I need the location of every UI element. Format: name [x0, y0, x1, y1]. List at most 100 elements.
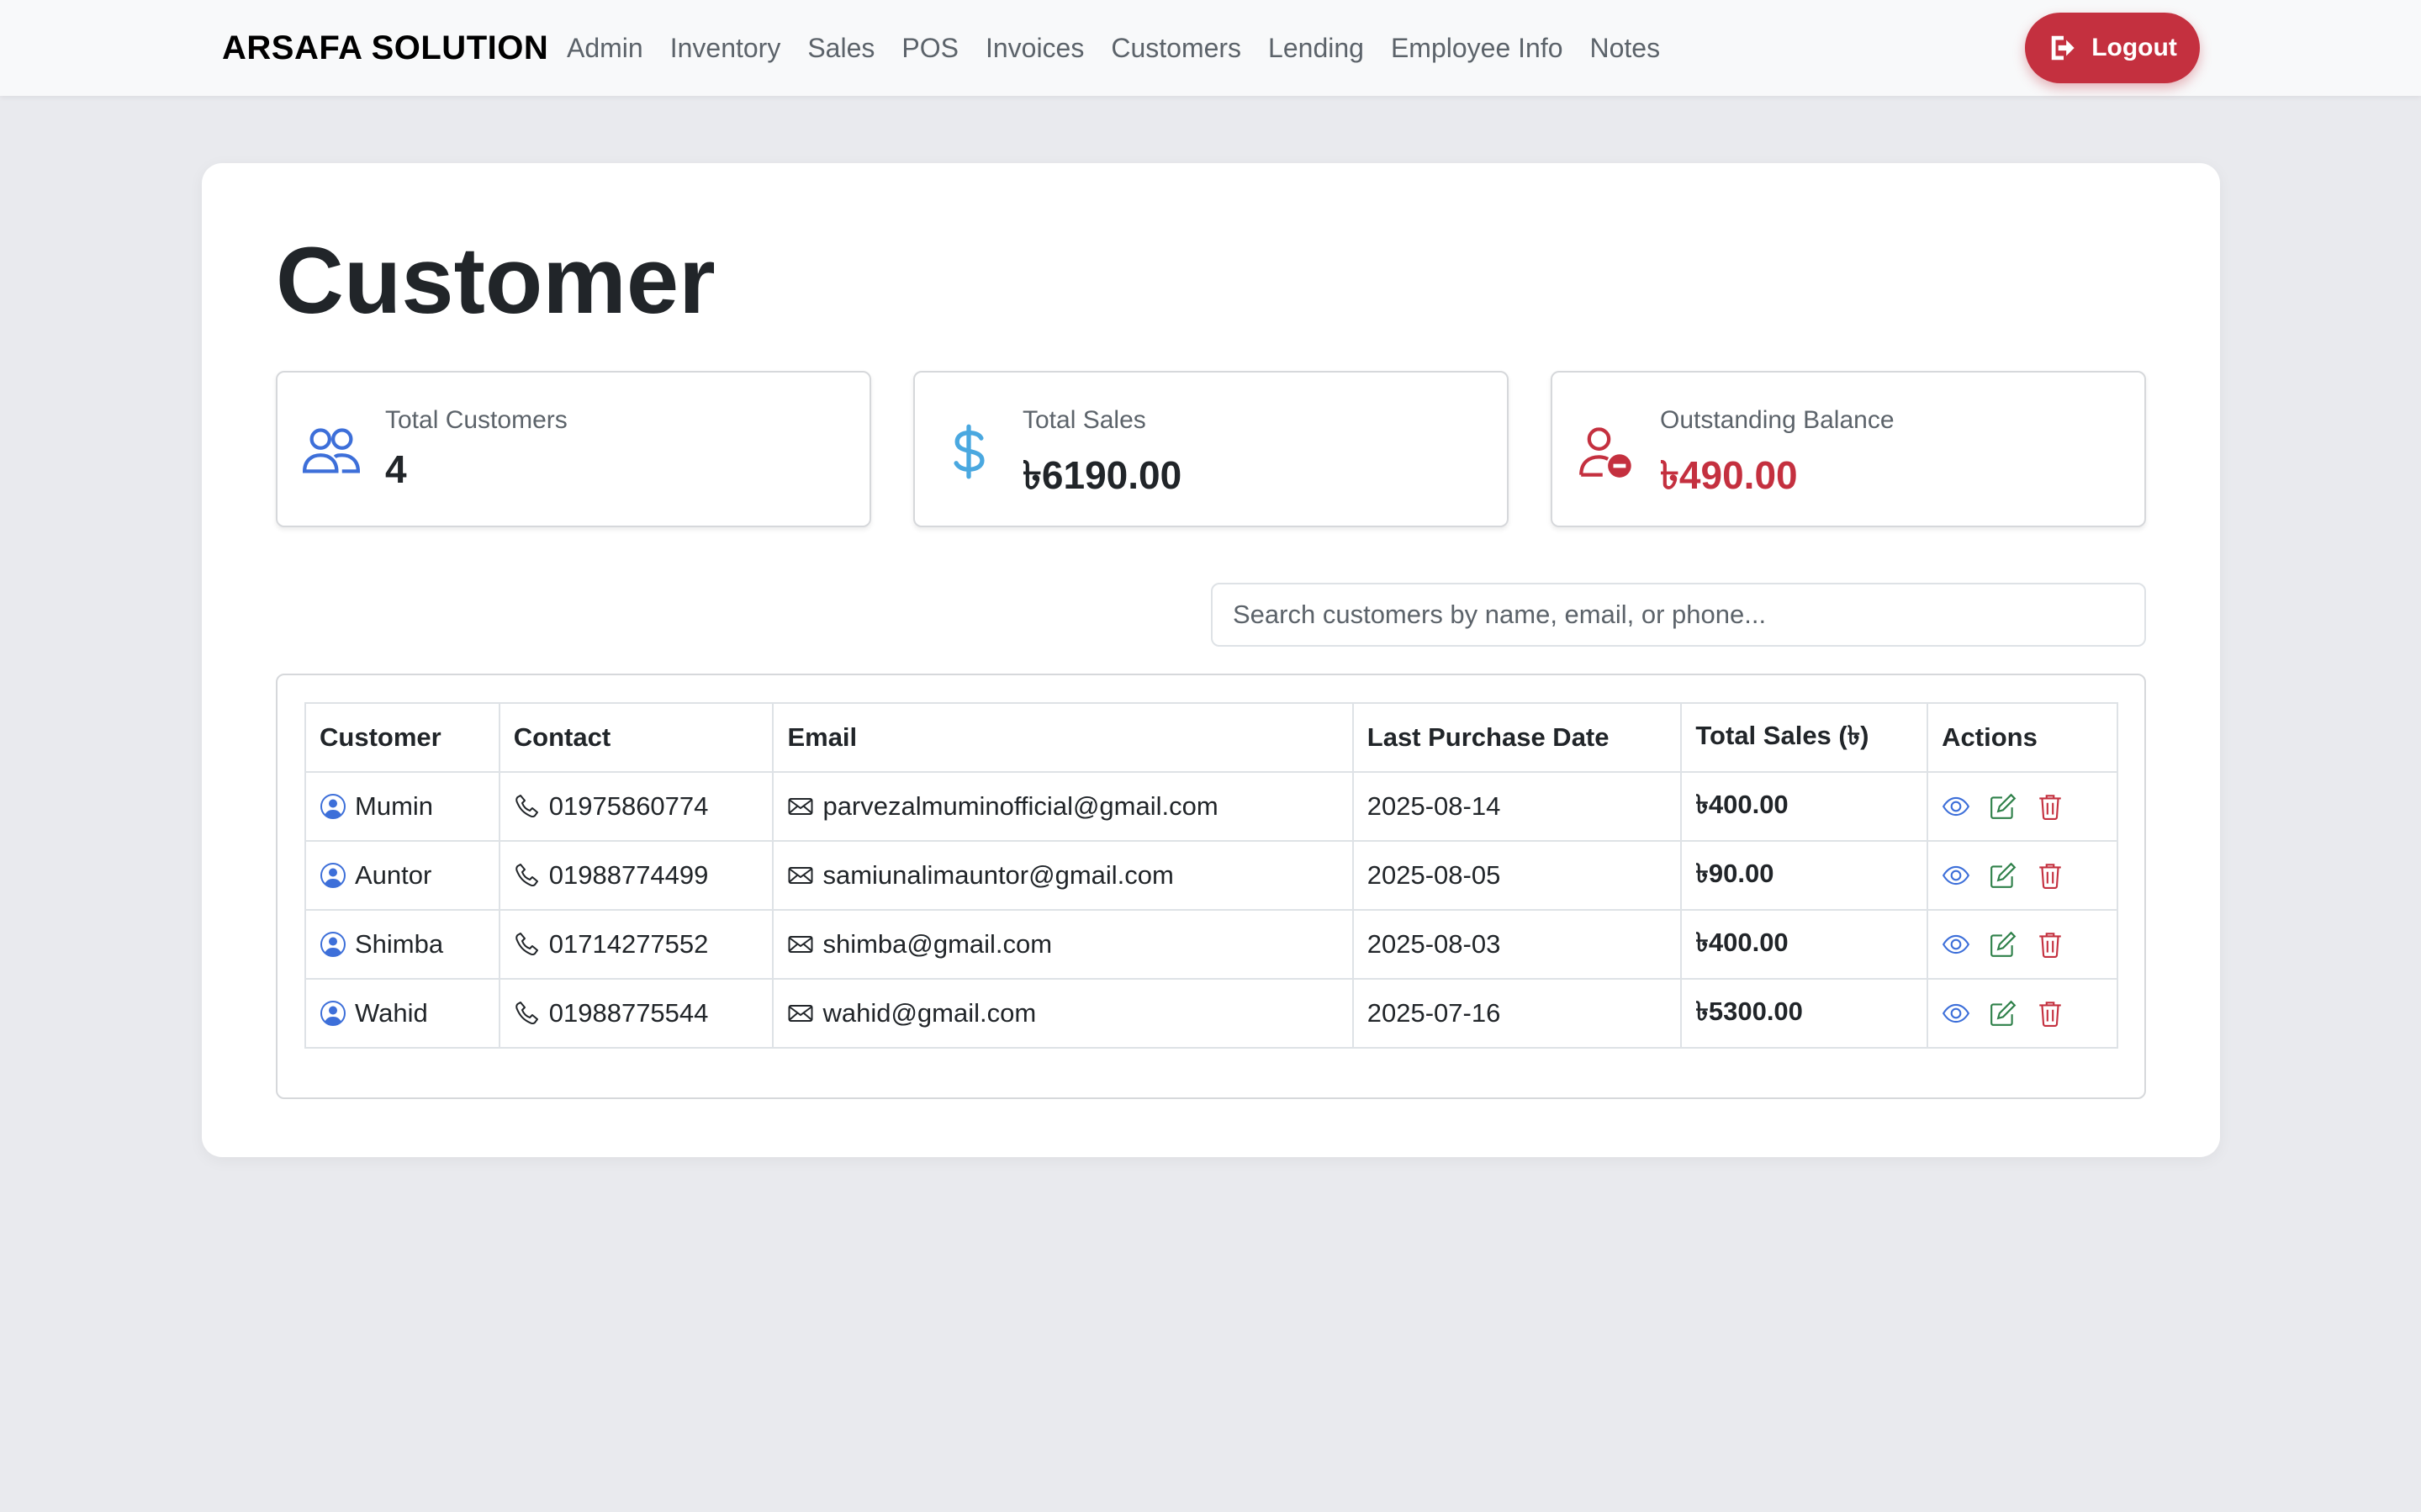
customer-cell: Shimba	[304, 909, 500, 980]
delete-button[interactable]	[2036, 792, 2064, 821]
total-sales: ৳5300.00	[1680, 978, 1929, 1049]
nav-link-inventory[interactable]: Inventory	[670, 33, 781, 64]
customer-cell: Wahid	[304, 978, 500, 1049]
person-remove-icon	[1579, 427, 1631, 478]
contact-phone: 01714277552	[548, 929, 709, 959]
delete-button[interactable]	[2036, 930, 2064, 959]
stat-value: ৳6190.00	[1023, 453, 1182, 497]
eye-icon	[1943, 865, 1970, 886]
logout-icon	[2051, 35, 2075, 61]
trash-icon	[2039, 795, 2061, 820]
stat-card-outstanding-balance: Outstanding Balance ৳490.00	[1551, 371, 2146, 527]
nav-link-lending[interactable]: Lending	[1268, 33, 1364, 64]
total-sales: ৳400.00	[1680, 771, 1929, 842]
contact-cell: 01714277552	[498, 909, 774, 980]
envelope-icon	[788, 1005, 813, 1022]
nav-links: Admin Inventory Sales POS Invoices Custo…	[567, 0, 1687, 96]
contact-cell: 01988774499	[498, 840, 774, 911]
nav-link-invoices[interactable]: Invoices	[986, 33, 1084, 64]
view-button[interactable]	[1942, 792, 1970, 821]
table-row: Auntor 01988774499 samiunalimauntor@gmai…	[304, 840, 2118, 911]
envelope-icon	[788, 936, 813, 953]
customer-name: Shimba	[355, 929, 444, 959]
actions-cell	[1927, 909, 2118, 980]
customer-cell: Mumin	[304, 771, 500, 842]
stat-label: Total Sales	[1023, 406, 1146, 434]
edit-button[interactable]	[1989, 861, 2017, 890]
view-button[interactable]	[1942, 930, 1970, 959]
nav-link-customers[interactable]: Customers	[1111, 33, 1241, 64]
search-input[interactable]	[1211, 583, 2146, 647]
edit-icon	[1990, 931, 2017, 957]
person-circle-icon	[320, 794, 346, 819]
customer-name: Mumin	[355, 791, 434, 821]
actions-cell	[1927, 978, 2118, 1049]
actions-cell	[1927, 840, 2118, 911]
view-button[interactable]	[1942, 999, 1970, 1028]
stat-value: ৳490.00	[1660, 453, 1798, 497]
col-header-customer[interactable]: Customer	[304, 702, 500, 773]
envelope-icon	[788, 798, 813, 815]
logout-button[interactable]: Logout	[2025, 13, 2200, 83]
edit-button[interactable]	[1989, 792, 2017, 821]
nav-link-pos[interactable]: POS	[901, 33, 959, 64]
col-header-last-purchase-date[interactable]: Last Purchase Date	[1351, 702, 1683, 773]
view-button[interactable]	[1942, 861, 1970, 890]
eye-icon	[1943, 934, 1970, 954]
delete-button[interactable]	[2036, 861, 2064, 890]
contact-phone: 01988775544	[548, 998, 709, 1028]
contact-phone: 01988774499	[548, 860, 709, 890]
eye-icon	[1943, 1003, 1970, 1023]
nav-link-notes[interactable]: Notes	[1590, 33, 1661, 64]
phone-icon	[515, 864, 538, 887]
stat-label: Total Customers	[385, 406, 568, 434]
email-cell: parvezalmuminofficial@gmail.com	[772, 771, 1354, 842]
total-sales: ৳400.00	[1680, 909, 1929, 980]
customer-cell: Auntor	[304, 840, 500, 911]
nav-link-employee-info[interactable]: Employee Info	[1391, 33, 1563, 64]
main-card: Customer Total Customers 4 Total Sales ৳…	[202, 163, 2220, 1157]
stat-card-total-sales: Total Sales ৳6190.00	[913, 371, 1509, 527]
col-header-actions: Actions	[1927, 702, 2118, 773]
contact-cell: 01975860774	[498, 771, 774, 842]
email-cell: shimba@gmail.com	[772, 909, 1354, 980]
trash-icon	[2039, 933, 2061, 958]
customer-email: samiunalimauntor@gmail.com	[822, 860, 1174, 890]
trash-icon	[2039, 1002, 2061, 1027]
stat-value: 4	[385, 447, 407, 491]
delete-button[interactable]	[2036, 999, 2064, 1028]
nav-link-admin[interactable]: Admin	[567, 33, 643, 64]
edit-button[interactable]	[1989, 999, 2017, 1028]
col-header-total-sales[interactable]: Total Sales (৳)	[1680, 702, 1929, 773]
phone-icon	[515, 933, 538, 956]
stat-label: Outstanding Balance	[1660, 406, 1895, 434]
customer-name: Wahid	[355, 998, 428, 1028]
customer-email: wahid@gmail.com	[822, 998, 1037, 1028]
total-sales: ৳90.00	[1680, 840, 1929, 911]
customer-table-card: Customer Contact Email Last Purchase Dat…	[276, 674, 2146, 1099]
logout-label: Logout	[2091, 34, 2177, 61]
col-header-contact[interactable]: Contact	[498, 702, 774, 773]
people-icon	[303, 428, 360, 473]
table-row: Mumin 01975860774 parvezalmuminofficial@…	[304, 771, 2118, 842]
col-header-email[interactable]: Email	[772, 702, 1354, 773]
dollar-icon	[954, 424, 985, 479]
last-purchase-date: 2025-07-16	[1351, 978, 1683, 1049]
navbar: ARSAFA SOLUTION Admin Inventory Sales PO…	[0, 0, 2421, 96]
trash-icon	[2039, 864, 2061, 889]
phone-icon	[515, 795, 538, 818]
eye-icon	[1943, 796, 1970, 817]
last-purchase-date: 2025-08-03	[1351, 909, 1683, 980]
brand-logo[interactable]: ARSAFA SOLUTION	[222, 0, 548, 96]
nav-link-sales[interactable]: Sales	[807, 33, 875, 64]
customer-name: Auntor	[355, 860, 432, 890]
envelope-icon	[788, 867, 813, 884]
email-cell: wahid@gmail.com	[772, 978, 1354, 1049]
person-circle-icon	[320, 932, 346, 957]
edit-icon	[1990, 1000, 2017, 1026]
contact-phone: 01975860774	[548, 791, 709, 821]
contact-cell: 01988775544	[498, 978, 774, 1049]
edit-button[interactable]	[1989, 930, 2017, 959]
page-title: Customer	[276, 228, 716, 333]
email-cell: samiunalimauntor@gmail.com	[772, 840, 1354, 911]
